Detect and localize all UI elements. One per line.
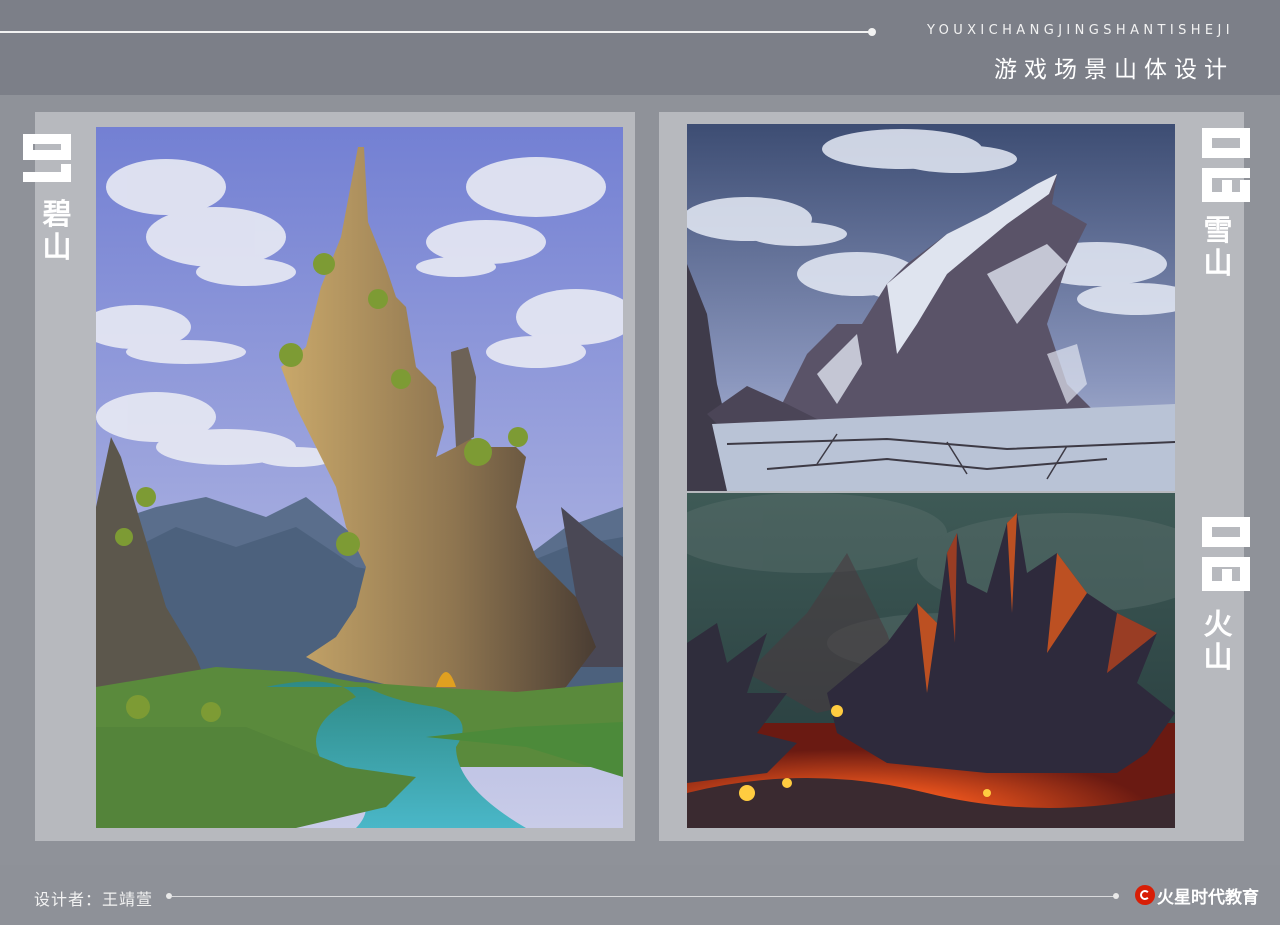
section-number-01 [17,128,77,190]
page-title: 游戏场景山体设计 [994,57,1234,83]
section-name-01: 碧山 [42,197,72,264]
brand-logo-group: 火星时代教育 [1135,884,1259,908]
footer-divider-line [172,896,1118,897]
header-divider-line [0,31,872,33]
header-divider-dot [868,28,876,36]
section-number-02 [1197,124,1257,206]
number-02-glyph [1202,128,1250,202]
green-mountain-artwork [96,127,623,828]
footer-line-dot-right [1113,893,1119,899]
section-name-03: 火山 [1203,607,1233,674]
number-03-glyph [1202,517,1250,591]
brand-logo-icon [1135,885,1155,905]
brand-name: 火星时代教育 [1157,887,1259,908]
volcano-artwork [687,493,1175,828]
section-name-02: 雪山 [1203,213,1233,280]
section-number-03 [1197,513,1257,595]
snow-mountain-artwork [687,124,1175,491]
number-01-glyph [23,134,71,182]
designer-credit: 设计者：王靖萱 [34,890,154,909]
header-pinyin-title: YOUXICHANGJINGSHANTISHEJI [926,23,1234,38]
footer-bar [0,865,1280,925]
header-bar: YOUXICHANGJINGSHANTISHEJI 游戏场景山体设计 [0,0,1280,95]
